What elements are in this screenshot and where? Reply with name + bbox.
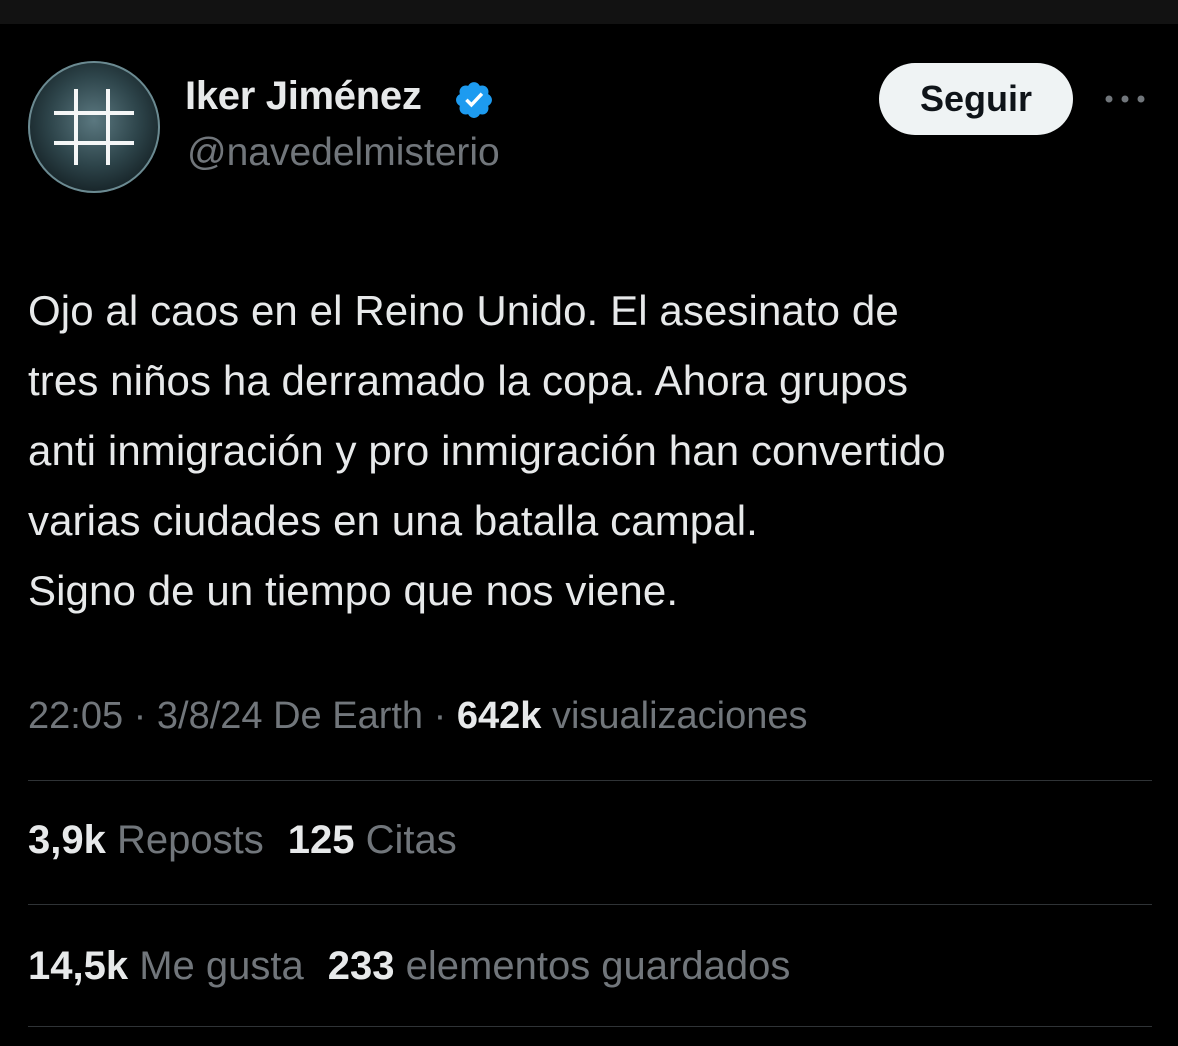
more-dots-icon[interactable] xyxy=(1100,82,1150,116)
reposts-quotes-row: 3,9k Reposts 125 Citas xyxy=(28,818,457,863)
user-handle[interactable]: @navedelmisterio xyxy=(187,131,500,175)
verified-badge-icon xyxy=(456,82,492,118)
views-count[interactable]: 642k xyxy=(457,695,542,737)
meta-separator: · xyxy=(433,695,447,737)
divider xyxy=(28,1026,1152,1027)
quotes-count: 125 xyxy=(287,818,355,862)
status-bar xyxy=(0,0,1178,24)
display-name[interactable]: Iker Jiménez xyxy=(185,74,422,119)
hash-grid-icon xyxy=(54,89,134,165)
meta-separator: · xyxy=(133,695,147,737)
divider xyxy=(28,904,1152,905)
bookmarks-count: 233 xyxy=(327,944,395,988)
divider xyxy=(28,780,1152,781)
tweet-date[interactable]: 3/8/24 xyxy=(157,695,263,737)
avatar[interactable] xyxy=(28,61,160,193)
bookmarks-label: elementos guardados xyxy=(405,944,791,988)
quotes-stat[interactable]: 125 Citas xyxy=(288,818,457,862)
quotes-label: Citas xyxy=(365,818,457,862)
tweet-meta: 22:05 · 3/8/24 De Earth · 642k visualiza… xyxy=(28,695,808,738)
bookmarks-stat[interactable]: 233 elementos guardados xyxy=(328,944,791,988)
likes-stat[interactable]: 14,5k Me gusta xyxy=(28,944,304,988)
likes-label: Me gusta xyxy=(139,944,304,988)
tweet-time[interactable]: 22:05 xyxy=(28,695,123,737)
reposts-stat[interactable]: 3,9k Reposts xyxy=(28,818,264,862)
views-label: visualizaciones xyxy=(551,695,808,737)
reposts-count: 3,9k xyxy=(28,818,106,862)
follow-button[interactable]: Seguir xyxy=(879,63,1073,135)
tweet-source: De Earth xyxy=(273,695,424,737)
tweet-text: Ojo al caos en el Reino Unido. El asesin… xyxy=(28,287,946,614)
reposts-label: Reposts xyxy=(116,818,264,862)
likes-bookmarks-row: 14,5k Me gusta 233 elementos guardados xyxy=(28,944,790,989)
likes-count: 14,5k xyxy=(28,944,129,988)
